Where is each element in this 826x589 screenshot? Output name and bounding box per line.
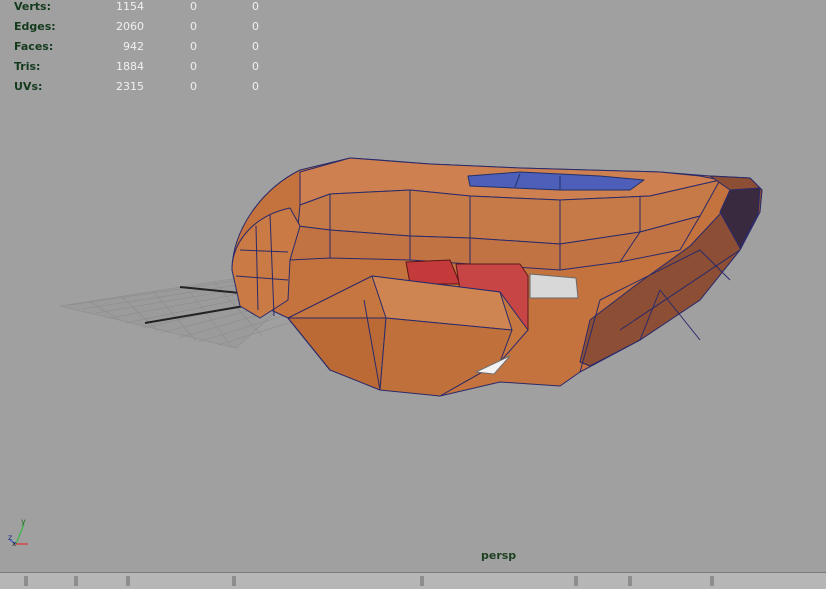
hud-value: 1884 [116, 60, 144, 73]
bar-tick [420, 576, 424, 586]
hud-row-verts: Verts: 1154 0 0 [14, 0, 274, 20]
hud-label: Edges: [14, 20, 56, 33]
hud-value: 0 [252, 60, 259, 73]
camera-name-label: persp [481, 549, 517, 562]
hud-value: 0 [190, 20, 197, 33]
bar-tick [628, 576, 632, 586]
hud-value: 1154 [116, 0, 144, 13]
hud-value: 2060 [116, 20, 144, 33]
bar-tick [232, 576, 236, 586]
hud-value: 0 [252, 0, 259, 13]
hud-value: 0 [252, 40, 259, 53]
perspective-viewport[interactable]: Verts: 1154 0 0 Edges: 2060 0 0 Faces: 9… [0, 0, 826, 572]
hud-row-faces: Faces: 942 0 0 [14, 40, 274, 60]
hud-value: 2315 [116, 80, 144, 93]
bar-tick [74, 576, 78, 586]
hud-row-edges: Edges: 2060 0 0 [14, 20, 274, 40]
hud-value: 0 [190, 0, 197, 13]
bar-tick [574, 576, 578, 586]
hud-value: 0 [190, 60, 197, 73]
axis-gizmo-icon: y z x [6, 516, 30, 554]
bar-tick [24, 576, 28, 586]
hull-body [231, 157, 763, 397]
axis-y-label: y [21, 517, 26, 526]
axis-x-label: x [12, 540, 16, 548]
bar-tick [710, 576, 714, 586]
hud-label: Verts: [14, 0, 52, 13]
hud-label: UVs: [14, 80, 43, 93]
hud-row-uvs: UVs: 2315 0 0 [14, 80, 274, 100]
hud-value: 0 [190, 40, 197, 53]
hud-value: 0 [190, 80, 197, 93]
hud-label: Faces: [14, 40, 54, 53]
viewport-bottom-bar[interactable] [0, 572, 826, 589]
bar-tick [126, 576, 130, 586]
hud-value: 942 [123, 40, 144, 53]
hud-row-tris: Tris: 1884 0 0 [14, 60, 274, 80]
poly-count-hud: Verts: 1154 0 0 Edges: 2060 0 0 Faces: 9… [14, 0, 274, 100]
hud-label: Tris: [14, 60, 41, 73]
hud-value: 0 [252, 80, 259, 93]
hud-value: 0 [252, 20, 259, 33]
